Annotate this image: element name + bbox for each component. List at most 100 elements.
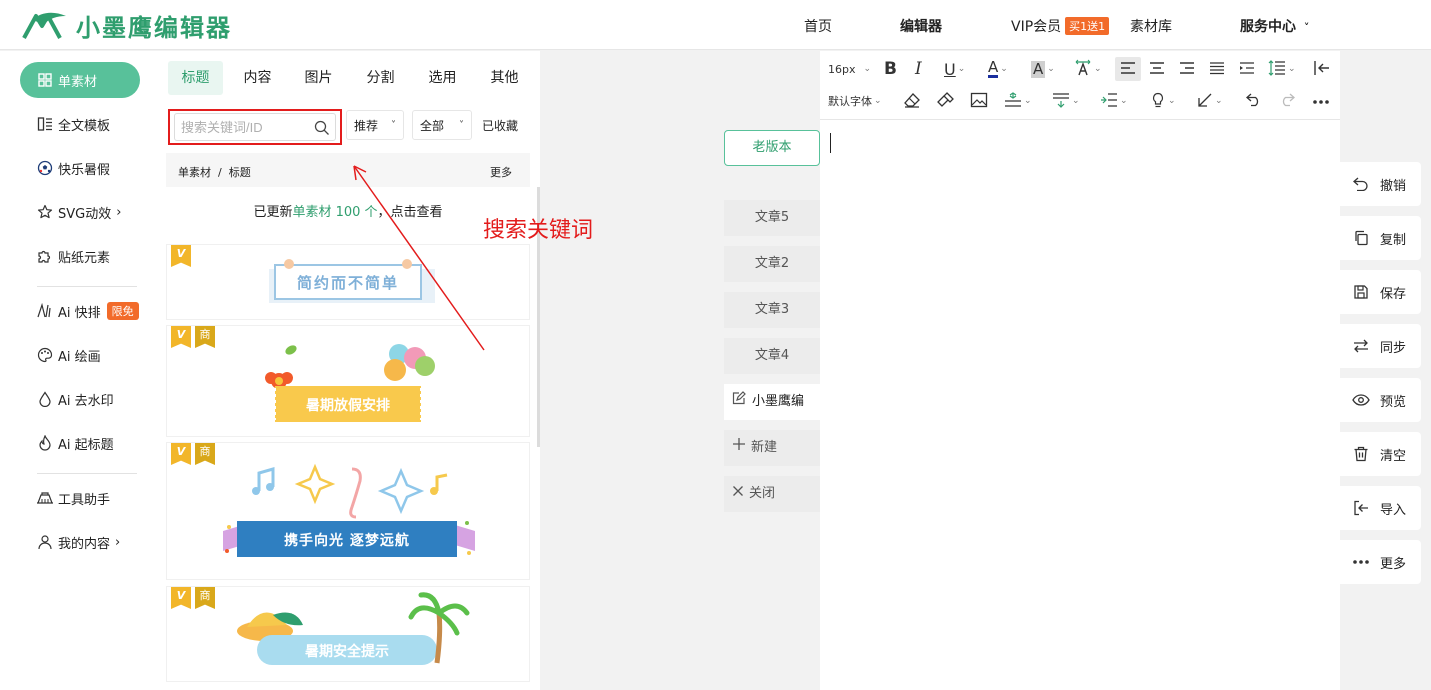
material-card[interactable]: V 简约而不简单 [166, 244, 530, 320]
save-button[interactable]: 保存 [1340, 270, 1421, 314]
star-icon [36, 203, 54, 221]
exit-button[interactable] [1313, 57, 1331, 81]
lightbulb-icon [1150, 92, 1166, 111]
indent-button[interactable] [1239, 57, 1255, 81]
align-right-button[interactable] [1179, 57, 1195, 81]
nav-vip[interactable]: VIP会员 买1送1 [1011, 16, 1110, 36]
side-spacing-button[interactable]: ⌄ [1100, 89, 1128, 113]
line-height-button[interactable]: ⌄ [1268, 57, 1296, 81]
more-button[interactable]: 更多 [1340, 540, 1421, 584]
align-center-button[interactable] [1149, 57, 1165, 81]
tab-divider[interactable]: 分割 [353, 61, 408, 95]
card-title: 暑期安全提示 [305, 644, 389, 660]
align-justify-button[interactable] [1209, 57, 1225, 81]
eye-icon [1352, 391, 1370, 409]
logo[interactable]: 小墨鹰编辑器 [22, 8, 232, 42]
nav-vip-label: VIP会员 [1011, 19, 1062, 35]
search-icon[interactable] [314, 120, 330, 140]
scope-select[interactable]: 全部 ˅ [412, 110, 472, 140]
paragraph-spacing-before-button[interactable]: ⌄ [1004, 89, 1032, 113]
undo-button[interactable]: 撤销 [1340, 162, 1421, 206]
undo-toolbar-button[interactable] [1246, 89, 1262, 113]
underline-button[interactable]: U ⌄ [944, 57, 965, 81]
sync-label: 同步 [1380, 340, 1407, 356]
sidebar-item-ai-watermark[interactable]: Ai 去水印 [20, 381, 140, 417]
clear-button[interactable]: 清空 [1340, 432, 1421, 476]
annotation-label: 搜索关键词 [483, 218, 594, 243]
nav-editor[interactable]: 编辑器 [900, 16, 942, 36]
more-link[interactable]: 更多 [490, 164, 512, 180]
sidebar-item-single-material[interactable]: 单素材 [20, 62, 140, 98]
favorites-link[interactable]: 已收藏 [482, 117, 518, 134]
insert-image-button[interactable] [970, 89, 988, 113]
font-color-button[interactable]: A ⌄ [988, 57, 1008, 81]
card-title: 简约而不简单 [296, 274, 399, 292]
close-icon [732, 476, 744, 512]
align-left-button[interactable] [1115, 57, 1141, 81]
sidebar-item-ai-layout[interactable]: Ai 快排 限免 [20, 293, 140, 329]
side-spacing-icon [1100, 92, 1118, 111]
import-button[interactable]: 导入 [1340, 486, 1421, 530]
arrow-icon [1197, 92, 1213, 111]
doc-tab-article2[interactable]: 文章2 [724, 246, 820, 282]
format-painter-button[interactable] [936, 89, 954, 113]
arrow-tool-button[interactable]: ⌄ [1197, 89, 1223, 113]
bg-color-button[interactable]: A ⌄ [1031, 57, 1055, 81]
ideas-button[interactable]: ⌄ [1150, 89, 1176, 113]
font-family-select[interactable]: 默认字体 ⌄ [828, 89, 882, 113]
italic-button[interactable]: I [915, 57, 922, 81]
copy-button[interactable]: 复制 [1340, 216, 1421, 260]
sync-button[interactable]: 同步 [1340, 324, 1421, 368]
sidebar-item-full-template[interactable]: 全文模板 [20, 106, 140, 142]
tab-selected[interactable]: 选用 [415, 61, 470, 95]
material-card[interactable]: V商 携手向光 逐梦远航 [166, 442, 530, 580]
nav-library[interactable]: 素材库 [1130, 16, 1172, 36]
doc-tab-article5[interactable]: 文章5 [724, 200, 820, 236]
old-version-button[interactable]: 老版本 [724, 130, 820, 166]
sidebar-item-summer[interactable]: 快乐暑假 [20, 150, 140, 186]
nav-home[interactable]: 首页 [804, 16, 832, 36]
tab-other[interactable]: 其他 [477, 61, 532, 95]
nav-service-label: 服务中心 [1240, 19, 1296, 35]
text-caret[interactable] [830, 133, 831, 153]
sidebar-divider [37, 473, 137, 474]
chevron-down-icon: ⌄ [957, 64, 966, 74]
letter-spacing-button[interactable]: ⌄ [1074, 57, 1102, 81]
more-label: 更多 [1380, 556, 1407, 572]
doc-tab-article3[interactable]: 文章3 [724, 292, 820, 328]
ellipsis-icon [1312, 95, 1330, 108]
update-notice[interactable]: 已更新单素材 100 个，点击查看 [166, 187, 530, 239]
sidebar-item-ai-paint[interactable]: Ai 绘画 [20, 337, 140, 373]
bold-button[interactable]: B [884, 57, 897, 81]
sidebar-item-ai-title[interactable]: Ai 起标题 [20, 425, 140, 461]
doc-tab-current[interactable]: 小墨鹰编 [724, 384, 820, 420]
tab-image[interactable]: 图片 [291, 61, 346, 95]
chevron-down-icon: ⌄ [1047, 64, 1055, 74]
nav-service[interactable]: 服务中心 ˅ [1240, 16, 1309, 36]
material-card[interactable]: V商 暑期放假安排 [166, 325, 530, 437]
letter-spacing-icon [1074, 59, 1092, 80]
material-card[interactable]: V商 暑期安全提示 [166, 586, 530, 682]
tab-content[interactable]: 内容 [230, 61, 285, 95]
sidebar-item-svg-effects[interactable]: SVG动效 › [20, 194, 140, 230]
new-doc-button[interactable]: 新建 [724, 430, 820, 466]
chevron-right-icon: › [115, 534, 121, 550]
sidebar-item-tools[interactable]: 工具助手 [20, 480, 140, 516]
clear-format-button[interactable] [903, 89, 921, 113]
sidebar-item-stickers[interactable]: 贴纸元素 [20, 238, 140, 274]
search-input[interactable] [174, 113, 336, 141]
plus-icon [732, 430, 746, 466]
drop-icon [36, 390, 54, 408]
redo-toolbar-button[interactable] [1279, 89, 1295, 113]
sort-select[interactable]: 推荐 ˅ [346, 110, 404, 140]
sidebar-item-my-content[interactable]: 我的内容 › [20, 524, 140, 560]
vip-promo-badge: 买1送1 [1065, 17, 1110, 35]
doc-tab-article4[interactable]: 文章4 [724, 338, 820, 374]
preview-button[interactable]: 预览 [1340, 378, 1421, 422]
more-tools-button[interactable] [1312, 89, 1330, 113]
close-doc-button[interactable]: 关闭 [724, 476, 820, 512]
font-size-select[interactable]: 16px ⌄ [828, 57, 871, 81]
tab-title[interactable]: 标题 [168, 61, 223, 95]
paragraph-spacing-after-button[interactable]: ⌄ [1052, 89, 1080, 113]
ellipsis-icon [1352, 553, 1370, 571]
